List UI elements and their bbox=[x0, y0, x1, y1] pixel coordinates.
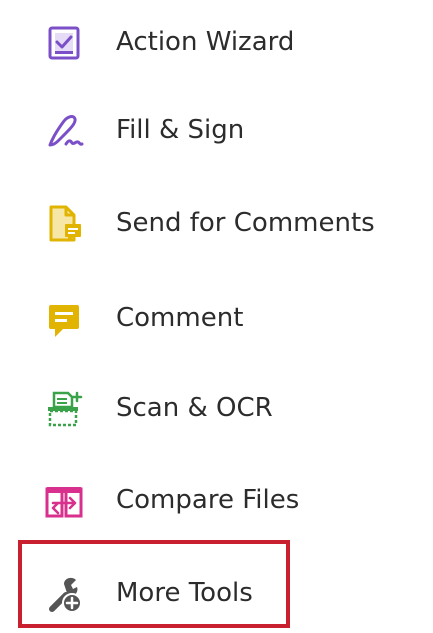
fill-sign-icon bbox=[44, 111, 84, 151]
scan-ocr-icon bbox=[44, 389, 84, 429]
compare-files-icon bbox=[44, 481, 84, 521]
tool-more-tools[interactable]: More Tools bbox=[0, 558, 433, 628]
send-for-comments-icon bbox=[44, 204, 84, 244]
tool-label: Scan & OCR bbox=[116, 393, 273, 423]
tool-comment[interactable]: Comment bbox=[0, 283, 433, 353]
tool-compare-files[interactable]: Compare Files bbox=[0, 465, 433, 535]
tool-label: Comment bbox=[116, 303, 244, 333]
action-wizard-icon bbox=[44, 23, 84, 63]
tool-scan-ocr[interactable]: Scan & OCR bbox=[0, 373, 433, 443]
tools-panel: Action Wizard Fill & Sign Send for Comme… bbox=[0, 0, 433, 633]
tool-label: Action Wizard bbox=[116, 27, 295, 57]
tool-label: Compare Files bbox=[116, 485, 300, 515]
comment-icon bbox=[44, 299, 84, 339]
tool-fill-sign[interactable]: Fill & Sign bbox=[0, 95, 433, 165]
tool-send-for-comments[interactable]: Send for Comments bbox=[0, 188, 433, 258]
tool-label: More Tools bbox=[116, 578, 253, 608]
tool-label: Send for Comments bbox=[116, 208, 375, 238]
tool-action-wizard[interactable]: Action Wizard bbox=[0, 7, 433, 77]
tool-label: Fill & Sign bbox=[116, 115, 245, 145]
more-tools-icon bbox=[44, 574, 84, 614]
